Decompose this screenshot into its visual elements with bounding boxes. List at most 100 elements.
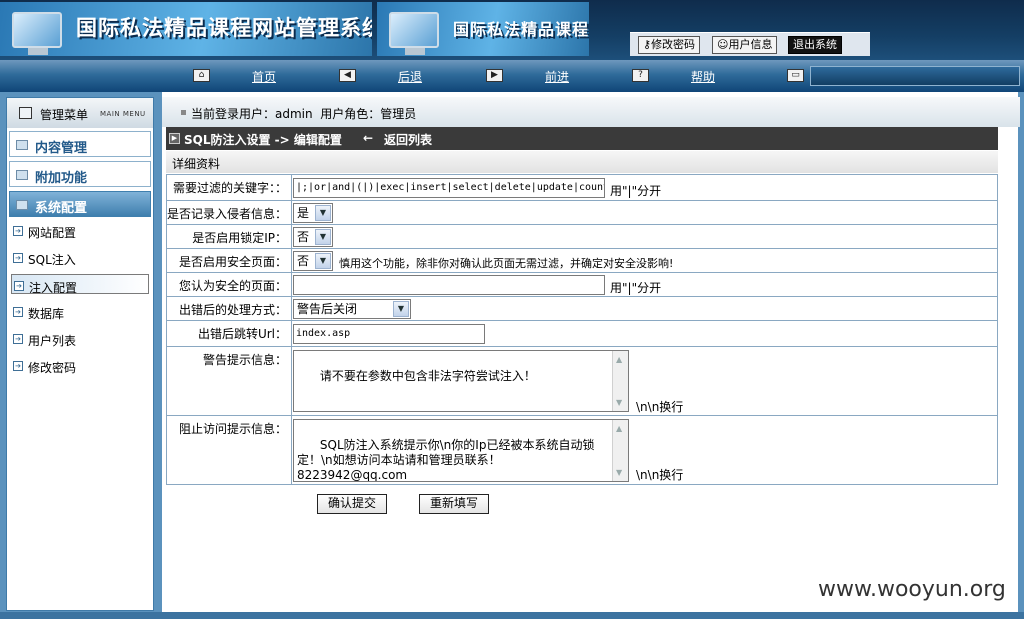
system-title-repeat: 国际私法精品课程 [453, 20, 589, 39]
warn-msg-label: 警告提示信息： [167, 347, 292, 415]
key-icon: ⚷ [643, 38, 652, 51]
chevron-down-icon: ▼ [315, 253, 331, 269]
user-info-button[interactable]: ☺用户信息 [712, 36, 778, 54]
menu-icon [19, 107, 32, 119]
form-row-block-msg: 阻止访问提示信息： SQL防注入系统提示你\n你的Ip已经被本系统自动锁定！\n… [167, 416, 997, 484]
sidebar-item-injection-config[interactable]: ➔ 注入配置 [11, 274, 149, 295]
form-row-keywords: 需要过滤的关键字：： |;|or|and|(|)|exec|insert|sel… [167, 175, 997, 201]
edit-icon [16, 200, 28, 210]
form-row-record-intruder: 是否记录入侵者信息： 是 ▼ [167, 201, 997, 225]
form-row-error-mode: 出错后的处理方式： 警告后关闭 ▼ [167, 297, 997, 321]
current-user-bar: 当前登录用户：admin 用户角色：管理员 [162, 97, 1020, 127]
sidebar-item-sql-injection[interactable]: ➔ SQL注入 [11, 247, 149, 269]
current-user-text: 当前登录用户：admin 用户角色：管理员 [191, 107, 417, 121]
right-frame-edge [1018, 92, 1024, 616]
config-form: 需要过滤的关键字：： |;|or|and|(|)|exec|insert|sel… [166, 174, 998, 485]
play-icon: ▶ [169, 133, 180, 144]
sidebar-header: 管理菜单 MAIN MENU [7, 98, 153, 128]
breadcrumb-current: SQL防注入设置 -> 编辑配置 [184, 133, 342, 147]
safe-pages-hint: 用"|"分开 [610, 281, 662, 295]
safe-page-label: 是否启用安全页面： [167, 249, 292, 272]
logo-banner-repeat: 国际私法精品课程 [377, 2, 589, 56]
form-row-lock-ip: 是否启用锁定IP： 否 ▼ [167, 225, 997, 249]
sidebar-item-user-list[interactable]: ➔ 用户列表 [11, 328, 149, 350]
keywords-hint: 用"|"分开 [610, 184, 662, 198]
chevron-down-icon: ▼ [393, 301, 409, 317]
bottom-frame-edge [0, 612, 1024, 619]
arrow-right-icon: ➔ [13, 361, 23, 371]
sidebar-item-change-password[interactable]: ➔ 修改密码 [11, 355, 149, 377]
nav-help-link[interactable]: 帮助 [691, 68, 715, 85]
redirect-label: 出错后跳转Url： [167, 321, 292, 346]
logout-button[interactable]: 退出系统 [788, 36, 842, 54]
chevron-down-icon: ▼ [315, 205, 331, 221]
sidebar-menu: 管理菜单 MAIN MENU 内容管理 附加功能 系统配置 ➔ 网站配置 ➔ SQL… [6, 97, 154, 611]
top-toolbar: ⚷修改密码 ☺用户信息 退出系统 [630, 32, 870, 56]
nav-home-link[interactable]: 首页 [252, 68, 276, 85]
screen-icon: ▭ [787, 69, 804, 82]
error-mode-select[interactable]: 警告后关闭 ▼ [293, 299, 411, 319]
warn-msg-textarea[interactable]: 请不要在参数中包含非法字符尝试注入！ [293, 350, 629, 412]
form-row-safe-pages: 您认为安全的页面： 用"|"分开 [167, 273, 997, 297]
safe-pages-input[interactable] [293, 275, 605, 295]
record-intruder-label: 是否记录入侵者信息： [167, 201, 292, 224]
warn-msg-hint: \n\n换行 [636, 400, 684, 414]
sidebar-title: 管理菜单 [40, 108, 89, 122]
lock-ip-select[interactable]: 否 ▼ [293, 227, 333, 247]
form-row-redirect: 出错后跳转Url： index.asp [167, 321, 997, 347]
bullet-icon [181, 110, 186, 115]
arrow-right-icon: ➔ [13, 334, 23, 344]
block-msg-label: 阻止访问提示信息： [167, 416, 292, 484]
breadcrumb: ▶ SQL防注入设置 -> 编辑配置 ← 返回列表 [166, 127, 998, 150]
sidebar-category-content[interactable]: 内容管理 [9, 131, 151, 157]
watermark-text: www.wooyun.org [818, 577, 1006, 602]
safe-pages-label: 您认为安全的页面： [167, 273, 292, 296]
user-icon: ☺ [717, 38, 729, 51]
block-msg-hint: \n\n换行 [636, 468, 684, 482]
forward-arrow-icon[interactable]: ▶ [486, 69, 503, 82]
arrow-right-icon: ➔ [13, 226, 23, 236]
lock-ip-label: 是否启用锁定IP： [167, 225, 292, 248]
keywords-label: 需要过滤的关键字：： [167, 175, 292, 200]
safe-page-select[interactable]: 否 ▼ [293, 251, 333, 271]
monitor-icon [389, 12, 439, 55]
block-msg-textarea[interactable]: SQL防注入系统提示你\n你的Ip已经被本系统自动锁定！\n如想访问本站请和管理… [293, 419, 629, 482]
redirect-url-input[interactable]: index.asp [293, 324, 485, 344]
form-row-warn-msg: 警告提示信息： 请不要在参数中包含非法字符尝试注入！ \n\n换行 [167, 347, 997, 416]
submit-button[interactable]: 确认提交 [317, 494, 387, 514]
header-banner: 国际私法精品课程网站管理系统 国际私法精品课程 ⚷修改密码 ☺用户信息 退出系统 [0, 0, 1024, 60]
sidebar-title-en: MAIN MENU [100, 110, 146, 118]
error-mode-label: 出错后的处理方式： [167, 297, 292, 320]
nav-forward-link[interactable]: 前进 [545, 68, 569, 85]
back-to-list-link[interactable]: 返回列表 [384, 131, 432, 148]
nav-back-link[interactable]: 后退 [398, 68, 422, 85]
form-row-safe-page: 是否启用安全页面： 否 ▼ 慎用这个功能，除非你对确认此页面无需过滤，并确定对安… [167, 249, 997, 273]
chevron-down-icon: ▼ [315, 229, 331, 245]
safe-page-warning: 慎用这个功能，除非你对确认此页面无需过滤，并确定对安全没影响! [339, 257, 674, 270]
nav-search-field[interactable] [810, 66, 1020, 86]
scrollbar[interactable] [612, 420, 628, 481]
grid-icon [16, 170, 28, 180]
arrow-right-icon: ➔ [13, 307, 23, 317]
sidebar-category-extras[interactable]: 附加功能 [9, 161, 151, 187]
folder-icon [16, 140, 28, 150]
section-header: 详细资料 [166, 151, 998, 173]
home-icon[interactable]: ⌂ [193, 69, 210, 82]
monitor-icon [12, 12, 62, 55]
arrow-right-icon: ➔ [13, 253, 23, 263]
nav-bar: ⌂ 首页 ◀ 后退 ▶ 前进 ? 帮助 ▭ [0, 60, 1024, 92]
scrollbar[interactable] [612, 351, 628, 411]
change-password-button[interactable]: ⚷修改密码 [638, 36, 701, 54]
sidebar-category-system-config[interactable]: 系统配置 [9, 191, 151, 217]
record-intruder-select[interactable]: 是 ▼ [293, 203, 333, 223]
help-icon[interactable]: ? [632, 69, 649, 82]
logo-banner: 国际私法精品课程网站管理系统 [0, 2, 372, 56]
arrow-right-icon: ➔ [14, 281, 24, 291]
section-title: 详细资料 [172, 157, 221, 171]
sidebar-item-database[interactable]: ➔ 数据库 [11, 301, 149, 323]
back-arrow-icon[interactable]: ◀ [339, 69, 356, 82]
keywords-input[interactable]: |;|or|and|(|)|exec|insert|select|delete|… [293, 178, 605, 198]
reset-button[interactable]: 重新填写 [419, 494, 489, 514]
system-title: 国际私法精品课程网站管理系统 [76, 15, 372, 40]
sidebar-item-site-config[interactable]: ➔ 网站配置 [11, 220, 149, 242]
